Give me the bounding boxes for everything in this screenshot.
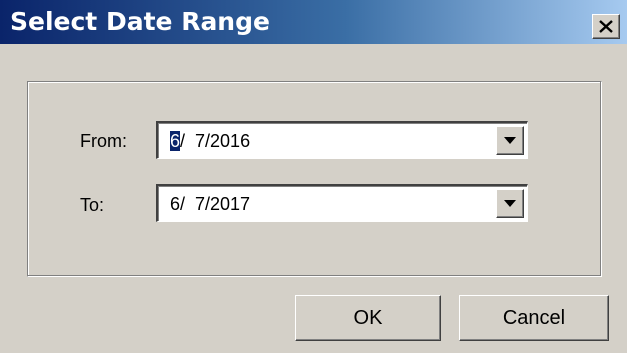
select-date-range-dialog: Select Date Range From: 6/ 7/2016 To: 6/… bbox=[0, 0, 627, 353]
close-button[interactable] bbox=[592, 14, 620, 39]
dialog-title: Select Date Range bbox=[10, 7, 270, 36]
from-date-picker[interactable]: 6/ 7/2016 bbox=[156, 121, 528, 159]
to-date-value[interactable]: 6/ 7/2017 bbox=[170, 192, 250, 216]
to-dropdown-button[interactable] bbox=[496, 189, 524, 218]
dropdown-arrow-icon bbox=[504, 200, 516, 207]
to-date-picker[interactable]: 6/ 7/2017 bbox=[156, 184, 528, 222]
from-label: From: bbox=[80, 131, 127, 151]
from-date-selected-segment: 6 bbox=[170, 131, 181, 151]
dropdown-arrow-icon bbox=[504, 137, 516, 144]
groupbox-shadow bbox=[28, 82, 601, 276]
title-bar[interactable]: Select Date Range bbox=[0, 0, 627, 44]
from-dropdown-button[interactable] bbox=[496, 126, 524, 155]
from-date-value[interactable]: 6/ 7/2016 bbox=[170, 129, 250, 153]
from-date-rest: / 7/2016 bbox=[180, 131, 251, 151]
cancel-button[interactable]: Cancel bbox=[459, 295, 609, 341]
to-label: To: bbox=[80, 195, 105, 215]
date-range-groupbox: From: 6/ 7/2016 To: 6/ 7/2017 bbox=[27, 81, 602, 277]
close-x-icon bbox=[599, 20, 613, 33]
ok-button[interactable]: OK bbox=[295, 295, 441, 341]
